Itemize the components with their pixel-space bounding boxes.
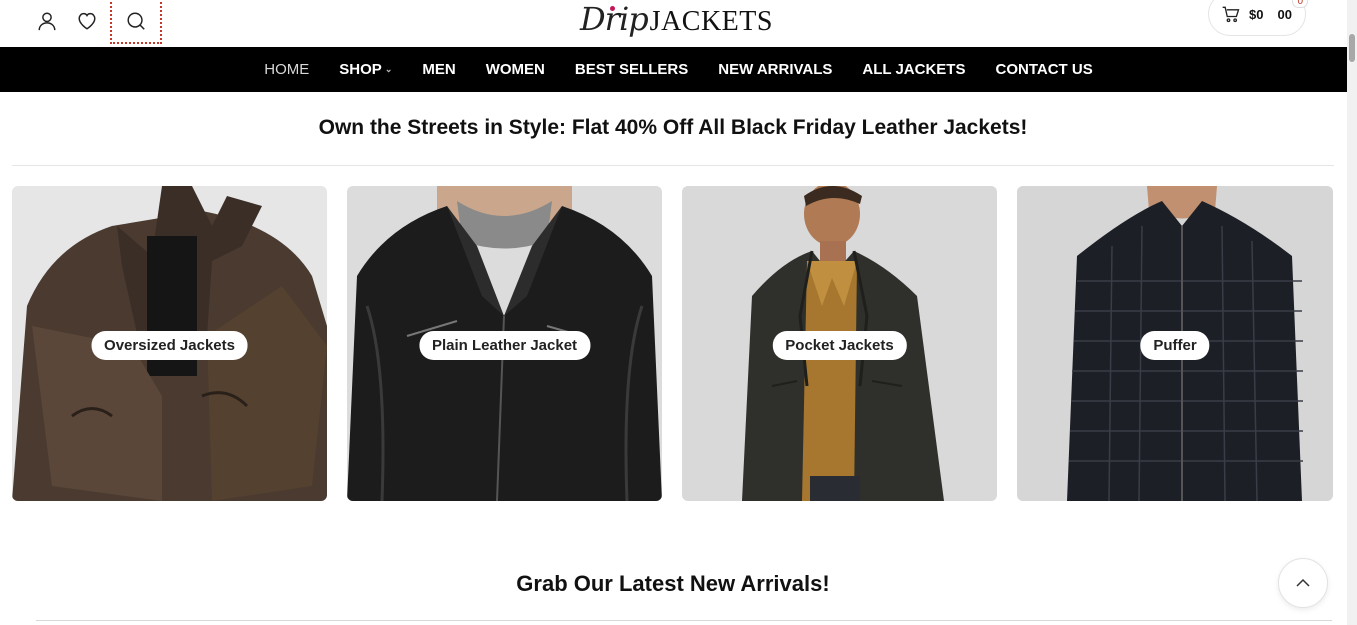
site-header: Drip JACKETS $0 00 0 bbox=[0, 0, 1357, 47]
site-logo[interactable]: Drip JACKETS bbox=[580, 0, 773, 38]
nav-item-men[interactable]: MEN bbox=[407, 61, 470, 78]
cart-cents: 00 bbox=[1277, 6, 1292, 22]
category-cards: Oversized Jackets Plain Leather Jacket P… bbox=[12, 186, 1333, 501]
category-label: Oversized Jackets bbox=[91, 331, 248, 360]
nav-item-label: MEN bbox=[422, 61, 456, 78]
nav-item-home[interactable]: HOME bbox=[249, 61, 324, 78]
category-label: Puffer bbox=[1140, 331, 1210, 360]
category-card-pocket[interactable]: Pocket Jackets bbox=[682, 186, 997, 501]
nav-item-label: SHOP bbox=[339, 61, 382, 78]
main-nav: HOME SHOP ⌄ MEN WOMEN BEST SELLERS NEW AR… bbox=[0, 47, 1357, 92]
nav-item-label: ALL JACKETS bbox=[862, 61, 966, 78]
nav-item-women[interactable]: WOMEN bbox=[471, 61, 560, 78]
nav-item-label: CONTACT US bbox=[995, 61, 1093, 78]
logo-dot bbox=[610, 6, 615, 11]
nav-item-label: BEST SELLERS bbox=[574, 61, 689, 78]
account-icon[interactable] bbox=[30, 4, 64, 38]
category-card-puffer[interactable]: Puffer bbox=[1017, 186, 1333, 501]
logo-main-text: JACKETS bbox=[649, 6, 773, 37]
search-icon[interactable] bbox=[110, 0, 162, 44]
category-card-plain-leather[interactable]: Plain Leather Jacket bbox=[347, 186, 662, 501]
nav-item-label: HOME bbox=[264, 61, 310, 78]
chevron-down-icon: ⌄ bbox=[384, 64, 393, 74]
nav-item-shop[interactable]: SHOP ⌄ bbox=[324, 61, 407, 78]
category-label: Plain Leather Jacket bbox=[418, 331, 591, 360]
scroll-to-top-button[interactable] bbox=[1278, 558, 1328, 608]
cart-amount: $0 bbox=[1249, 6, 1264, 22]
chevron-up-icon bbox=[1296, 578, 1310, 587]
new-arrivals-heading: Grab Our Latest New Arrivals! bbox=[516, 571, 830, 596]
category-card-oversized[interactable]: Oversized Jackets bbox=[12, 186, 327, 501]
section-divider bbox=[36, 620, 1332, 621]
nav-item-best-sellers[interactable]: BEST SELLERS bbox=[560, 61, 703, 78]
section-divider bbox=[12, 165, 1334, 166]
nav-item-label: NEW ARRIVALS bbox=[718, 61, 833, 78]
category-label: Pocket Jackets bbox=[772, 331, 907, 360]
page-scrollbar[interactable] bbox=[1347, 0, 1357, 625]
scrollbar-thumb[interactable] bbox=[1349, 34, 1355, 62]
nav-item-contact-us[interactable]: CONTACT US bbox=[980, 61, 1107, 78]
nav-item-label: WOMEN bbox=[485, 61, 545, 78]
cart-count-badge: 0 bbox=[1292, 0, 1308, 8]
nav-item-new-arrivals[interactable]: NEW ARRIVALS bbox=[703, 61, 847, 78]
cart-icon bbox=[1222, 6, 1240, 23]
header-icons bbox=[30, 0, 164, 44]
wishlist-icon[interactable] bbox=[70, 4, 104, 38]
promo-heading: Own the Streets in Style: Flat 40% Off A… bbox=[318, 116, 1028, 139]
cart-button[interactable]: $0 00 0 bbox=[1208, 0, 1308, 36]
nav-item-all-jackets[interactable]: ALL JACKETS bbox=[847, 61, 980, 78]
